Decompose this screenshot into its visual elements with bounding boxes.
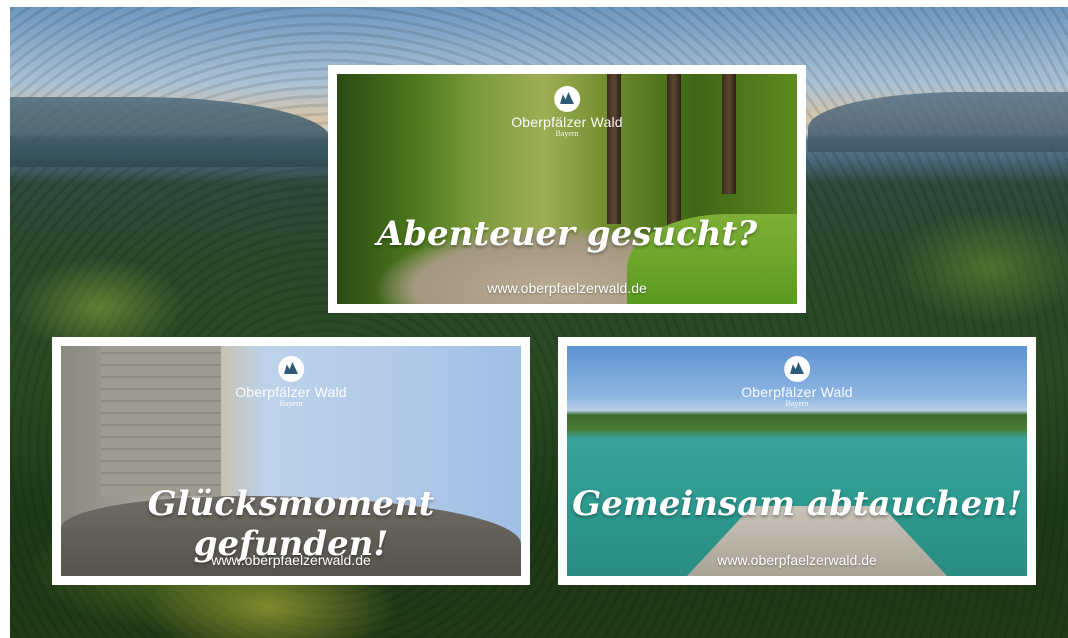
oberpfaelzer-wald-logo-icon <box>784 356 810 382</box>
website-link[interactable]: www.oberpfaelzerwald.de <box>567 552 1027 568</box>
headline: Gemeinsam abtauchen! <box>572 484 1022 524</box>
brand-name: Oberpfälzer Wald <box>511 114 623 130</box>
tree-trunk <box>722 74 736 194</box>
ad-card-adventure[interactable]: Oberpfälzer Wald Bayern Abenteuer gesuch… <box>328 65 806 313</box>
brand-name: Oberpfälzer Wald <box>235 384 347 400</box>
headline: Abenteuer gesucht? <box>376 214 758 254</box>
mountain-ridge-left <box>10 97 330 167</box>
oberpfaelzer-wald-logo-icon <box>278 356 304 382</box>
brand-region: Bayern <box>279 399 303 408</box>
website-link[interactable]: www.oberpfaelzerwald.de <box>337 280 797 296</box>
lake-jump-photo: Oberpfälzer Wald Bayern Gemeinsam abtauc… <box>567 346 1027 576</box>
ad-card-swimming[interactable]: Oberpfälzer Wald Bayern Gemeinsam abtauc… <box>558 337 1036 585</box>
stone-tower <box>101 346 221 496</box>
brand-region: Bayern <box>785 399 809 408</box>
ad-card-happiness[interactable]: Oberpfälzer Wald Bayern Glücksmoment gef… <box>52 337 530 585</box>
brand-region: Bayern <box>555 129 579 138</box>
cycling-family-photo: Oberpfälzer Wald Bayern Abenteuer gesuch… <box>337 74 797 304</box>
tree-trunk <box>667 74 681 234</box>
brand-logo: Oberpfälzer Wald Bayern <box>741 356 853 408</box>
brand-logo: Oberpfälzer Wald Bayern <box>511 86 623 138</box>
oberpfaelzer-wald-logo-icon <box>554 86 580 112</box>
brand-name: Oberpfälzer Wald <box>741 384 853 400</box>
brand-logo: Oberpfälzer Wald Bayern <box>235 356 347 408</box>
mountain-ridge-right <box>808 92 1068 152</box>
family-rock-photo: Oberpfälzer Wald Bayern Glücksmoment gef… <box>61 346 521 576</box>
website-link[interactable]: www.oberpfaelzerwald.de <box>61 552 521 568</box>
